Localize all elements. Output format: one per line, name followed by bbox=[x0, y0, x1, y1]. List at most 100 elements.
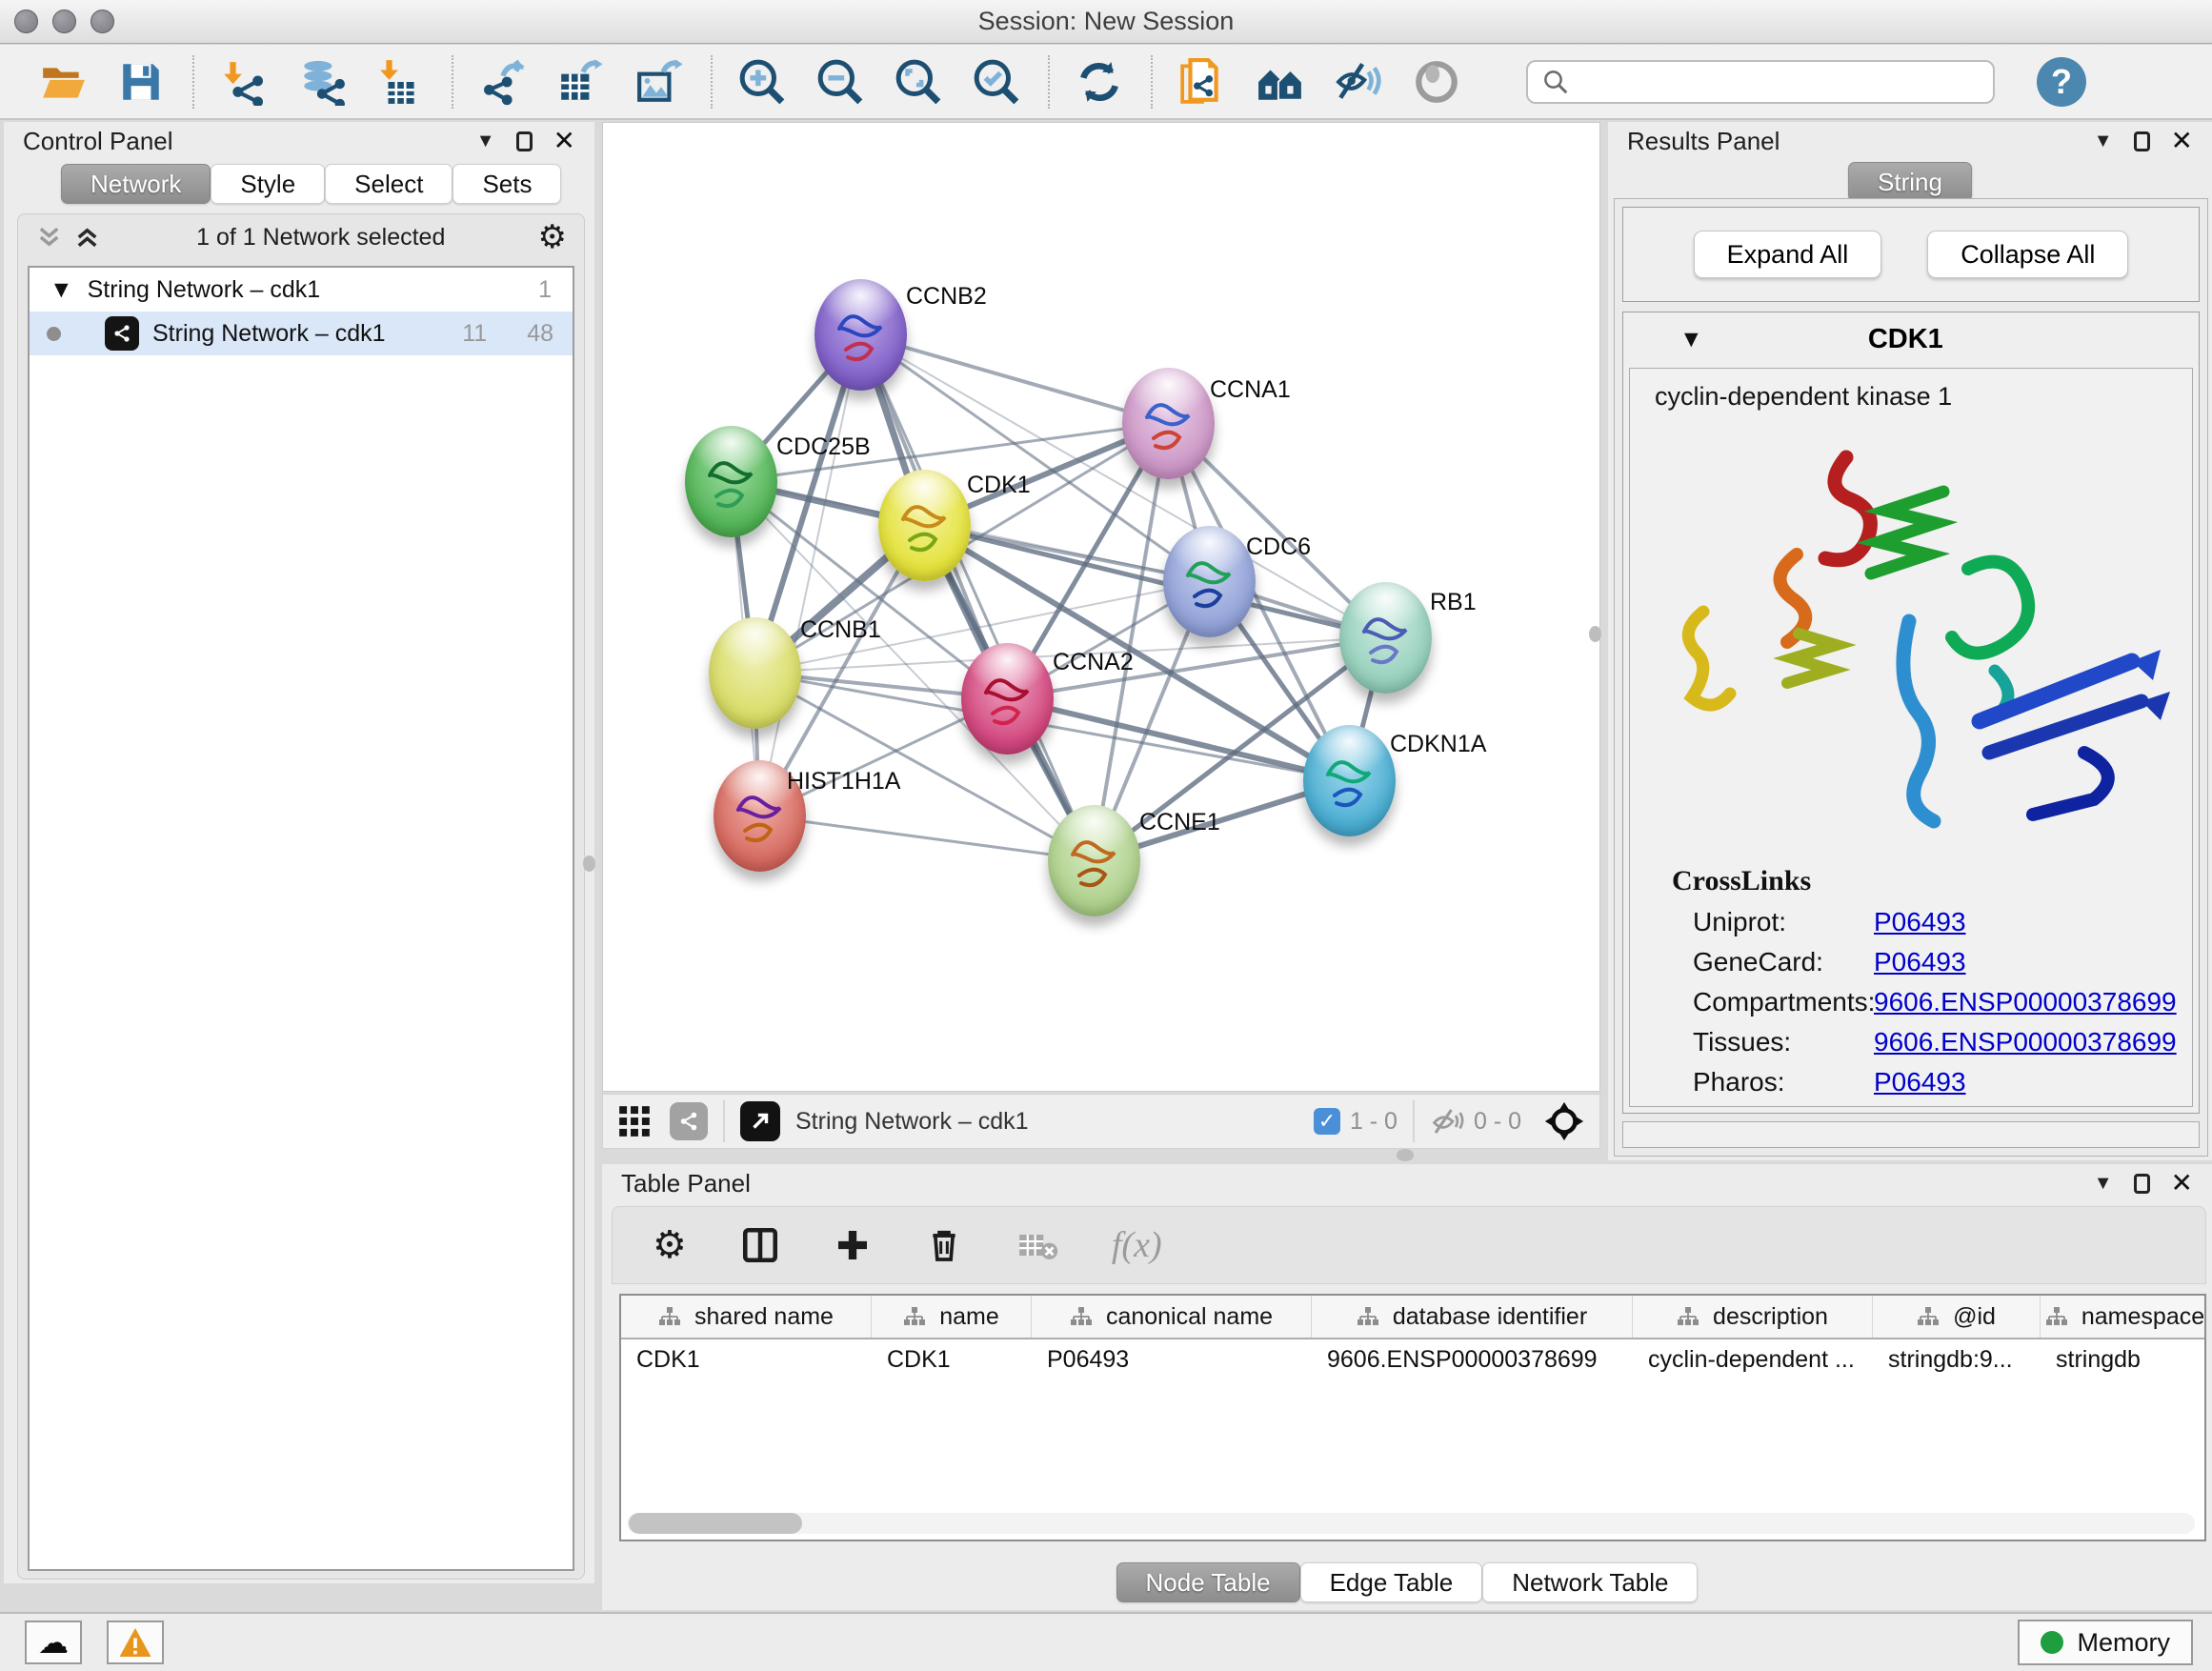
select-columns-icon[interactable] bbox=[740, 1225, 780, 1265]
selected-checkbox-icon[interactable]: ✓ bbox=[1314, 1108, 1340, 1135]
table-tab-network-table[interactable]: Network Table bbox=[1482, 1562, 1698, 1602]
export-network-button[interactable] bbox=[476, 55, 530, 109]
table-cell[interactable]: cyclin-dependent ... bbox=[1633, 1339, 1873, 1379]
network-node-CCNA2[interactable] bbox=[961, 643, 1054, 755]
network-collection-row[interactable]: ▼ String Network – cdk1 1 bbox=[30, 268, 573, 312]
column-header-database-identifier[interactable]: database identifier bbox=[1312, 1296, 1633, 1338]
export-table-button[interactable] bbox=[554, 55, 608, 109]
network-node-CDC25B[interactable] bbox=[685, 426, 777, 537]
table-tab-node-table[interactable]: Node Table bbox=[1116, 1562, 1300, 1602]
table-panel-float-icon[interactable] bbox=[2134, 1174, 2150, 1194]
crosslink-link[interactable]: P06493 bbox=[1874, 907, 1966, 937]
collapse-all-icon[interactable] bbox=[35, 223, 66, 252]
control-panel-float-icon[interactable] bbox=[516, 131, 533, 151]
table-horizontal-scrollbar[interactable] bbox=[627, 1513, 2195, 1534]
crosslink-link[interactable]: 9606.ENSP00000378699 bbox=[1874, 987, 2177, 1017]
results-panel-menu-icon[interactable]: ▼ bbox=[2094, 131, 2113, 152]
help-button[interactable]: ? bbox=[2037, 57, 2086, 107]
tab-network[interactable]: Network bbox=[61, 164, 211, 204]
network-node-RB1[interactable] bbox=[1339, 582, 1432, 694]
expand-all-icon[interactable] bbox=[73, 223, 104, 252]
column-header-shared-name[interactable]: shared name bbox=[621, 1296, 872, 1338]
splitter-handle[interactable] bbox=[1397, 1149, 1414, 1161]
delete-column-icon[interactable] bbox=[925, 1226, 963, 1264]
crosslink-link[interactable]: P06493 bbox=[1874, 947, 1966, 977]
table-row[interactable]: CDK1CDK1P064939606.ENSP00000378699cyclin… bbox=[621, 1339, 2204, 1379]
table-tab-edge-table[interactable]: Edge Table bbox=[1300, 1562, 1483, 1602]
control-panel-close-icon[interactable]: ✕ bbox=[553, 128, 575, 154]
table-cell[interactable]: stringdb:9... bbox=[1873, 1339, 2041, 1379]
crosslink-label: GeneCard: bbox=[1693, 947, 1874, 977]
expand-all-button[interactable]: Expand All bbox=[1694, 231, 1882, 278]
network-edge[interactable] bbox=[759, 815, 1094, 860]
zoom-in-button[interactable] bbox=[735, 55, 789, 109]
splitter-handle[interactable] bbox=[1589, 626, 1601, 642]
tab-string[interactable]: String bbox=[1848, 162, 1972, 202]
column-header-id[interactable]: @id bbox=[1873, 1296, 2041, 1338]
cdk1-section-header[interactable]: ▼ CDK1 bbox=[1623, 312, 2199, 366]
network-share-icon[interactable] bbox=[670, 1102, 708, 1140]
birds-eye-icon[interactable] bbox=[1542, 1099, 1586, 1143]
open-view-icon[interactable] bbox=[740, 1101, 780, 1141]
table-cell[interactable]: CDK1 bbox=[872, 1339, 1032, 1379]
network-options-gear-icon[interactable]: ⚙ bbox=[538, 221, 567, 253]
control-panel-menu-icon[interactable]: ▼ bbox=[476, 131, 495, 152]
zoom-fit-button[interactable] bbox=[892, 55, 945, 109]
export-image-button[interactable] bbox=[633, 55, 686, 109]
tab-sets[interactable]: Sets bbox=[452, 164, 561, 204]
crosslink-link[interactable]: P06493 bbox=[1874, 1067, 1966, 1097]
houses-button[interactable] bbox=[1254, 55, 1307, 109]
table-panel-close-icon[interactable]: ✕ bbox=[2171, 1170, 2193, 1197]
hide-panel-button[interactable] bbox=[1332, 55, 1385, 109]
table-settings-gear-icon[interactable]: ⚙ bbox=[653, 1226, 687, 1264]
crosslink-link[interactable]: 9606.ENSP00000378699 bbox=[1874, 1027, 2177, 1057]
results-panel-close-icon[interactable]: ✕ bbox=[2171, 128, 2193, 154]
table-cell[interactable]: stringdb bbox=[2041, 1339, 2206, 1379]
memory-button[interactable]: Memory bbox=[2018, 1620, 2193, 1665]
search-input[interactable] bbox=[1570, 66, 1993, 97]
network-node-CCNB1[interactable] bbox=[709, 617, 801, 729]
network-node-CDKN1A[interactable] bbox=[1303, 725, 1396, 836]
cloud-button[interactable]: ☁ bbox=[25, 1621, 82, 1664]
column-header-canonical-name[interactable]: canonical name bbox=[1032, 1296, 1312, 1338]
scrollbar-handle[interactable] bbox=[629, 1513, 802, 1534]
import-network-file-button[interactable] bbox=[217, 55, 271, 109]
network-node-CDC6[interactable] bbox=[1163, 526, 1256, 637]
network-node-CDK1[interactable] bbox=[878, 470, 971, 581]
table-cell[interactable]: CDK1 bbox=[621, 1339, 872, 1379]
grid-view-icon[interactable] bbox=[616, 1103, 653, 1139]
section-expand-icon[interactable]: ▼ bbox=[1684, 329, 1699, 350]
inactive-eye-button[interactable] bbox=[1410, 55, 1463, 109]
network-canvas[interactable]: CCNB2 CCNA1 CDC25B CDK1 CDC6 RB1CCNB1 bbox=[602, 122, 1600, 1092]
column-header-description[interactable]: description bbox=[1633, 1296, 1873, 1338]
collapse-all-button[interactable]: Collapse All bbox=[1927, 231, 2128, 278]
results-panel-float-icon[interactable] bbox=[2134, 131, 2150, 151]
tab-style[interactable]: Style bbox=[211, 164, 325, 204]
splitter-handle[interactable] bbox=[583, 856, 595, 872]
table-cell[interactable]: P06493 bbox=[1032, 1339, 1312, 1379]
column-header-name[interactable]: name bbox=[872, 1296, 1032, 1338]
tab-select[interactable]: Select bbox=[325, 164, 452, 204]
function-builder-icon: f(x) bbox=[1112, 1224, 1162, 1266]
table-panel-menu-icon[interactable]: ▼ bbox=[2094, 1173, 2113, 1195]
network-node-CCNE1[interactable] bbox=[1048, 805, 1140, 916]
import-network-database-button[interactable] bbox=[295, 55, 349, 109]
network-edge[interactable] bbox=[759, 334, 860, 815]
warnings-button[interactable] bbox=[107, 1621, 164, 1664]
network-node-CCNB2[interactable] bbox=[814, 279, 907, 391]
save-session-button[interactable] bbox=[114, 55, 168, 109]
zoom-selected-button[interactable] bbox=[970, 55, 1023, 109]
network-annotation-button[interactable] bbox=[1176, 55, 1229, 109]
delete-table-icon bbox=[1016, 1228, 1058, 1262]
toolbar-separator bbox=[711, 55, 713, 109]
open-session-button[interactable] bbox=[36, 55, 90, 109]
zoom-out-button[interactable] bbox=[814, 55, 867, 109]
network-node-CCNA1[interactable] bbox=[1122, 368, 1215, 479]
import-table-button[interactable] bbox=[373, 55, 427, 109]
table-cell[interactable]: 9606.ENSP00000378699 bbox=[1312, 1339, 1633, 1379]
network-row-selected[interactable]: String Network – cdk1 11 48 bbox=[30, 312, 573, 355]
apply-layout-button[interactable] bbox=[1073, 55, 1126, 109]
collection-expand-icon[interactable]: ▼ bbox=[54, 279, 69, 300]
add-column-icon[interactable] bbox=[834, 1226, 872, 1264]
column-header-namespace[interactable]: namespace bbox=[2041, 1296, 2206, 1338]
